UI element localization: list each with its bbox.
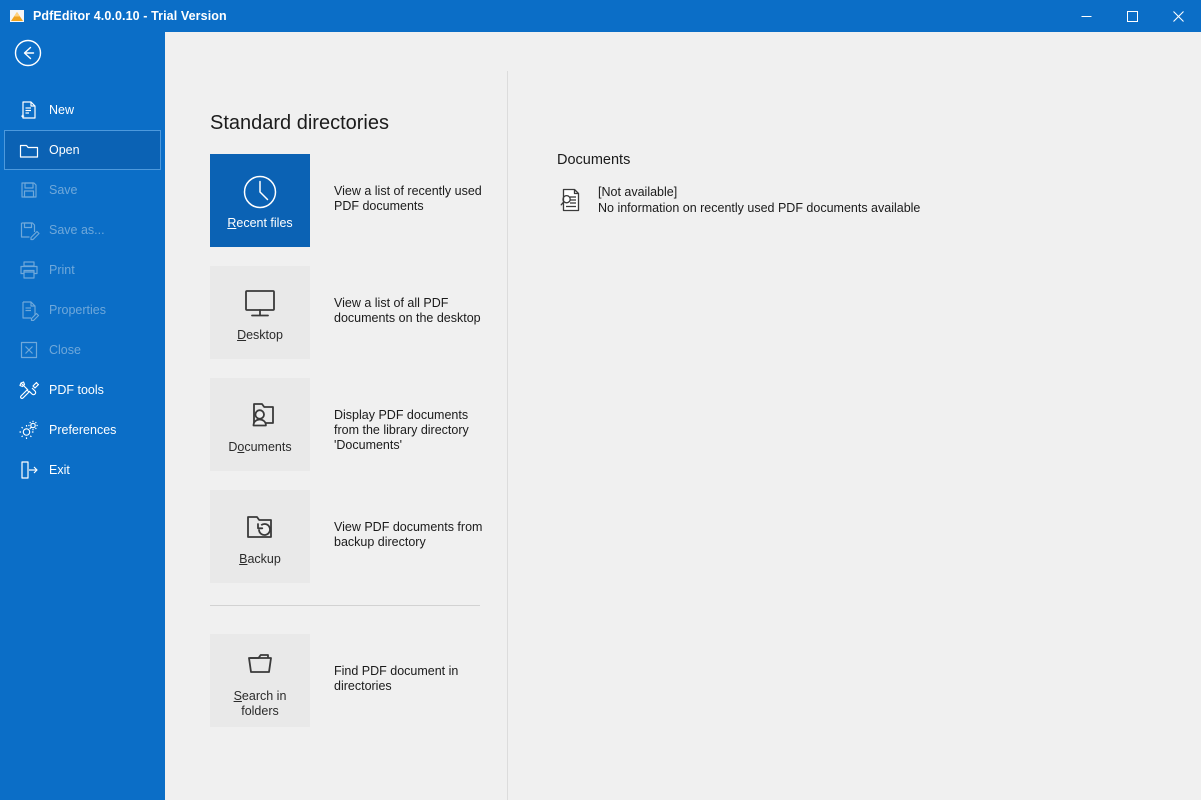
- tile-backup[interactable]: Backup: [210, 490, 310, 583]
- sidebar-item-print: Print: [4, 250, 161, 290]
- page-title: Standard directories: [210, 112, 389, 134]
- new-document-icon: [18, 99, 40, 121]
- monitor-icon: [239, 282, 281, 326]
- tile-label: Recent files: [227, 216, 293, 230]
- tile-description: Find PDF document in directories: [334, 664, 459, 693]
- sidebar-item-label: PDF tools: [49, 383, 104, 397]
- tile-description: View a list of all PDF documents on the …: [334, 296, 481, 325]
- minimize-button[interactable]: [1063, 0, 1109, 32]
- tile-row-search-in-folders: Search in folders Find PDF document in d…: [210, 634, 458, 727]
- save-as-icon: [18, 219, 40, 241]
- sidebar-item-save: Save: [4, 170, 161, 210]
- pdfeditor-window: PdfEditor 4.0.0.10 - Trial Version New O…: [0, 0, 1201, 800]
- tile-label: Backup: [239, 552, 281, 566]
- sidebar-item-label: Save as...: [49, 223, 105, 237]
- tile-documents[interactable]: Documents: [210, 378, 310, 471]
- tile-label: Search in folders: [233, 688, 287, 718]
- sidebar-item-label: Properties: [49, 303, 106, 317]
- sidebar-item-label: Open: [49, 143, 80, 157]
- back-button[interactable]: [13, 39, 43, 72]
- document-search-icon: [556, 185, 586, 215]
- printer-icon: [18, 259, 40, 281]
- properties-icon: [18, 299, 40, 321]
- clock-icon: [239, 170, 281, 214]
- folder-user-icon: [239, 394, 281, 438]
- detail-panel-title: Documents: [557, 152, 631, 168]
- sidebar-menu: New Open Save Save as... Print Propertie…: [0, 90, 165, 490]
- exit-door-icon: [18, 459, 40, 481]
- tile-group-separator: [210, 605, 480, 606]
- gears-icon: [18, 419, 40, 441]
- sidebar-item-label: Print: [49, 263, 75, 277]
- back-arrow-circle-icon: [14, 39, 42, 72]
- sidebar-item-pdf-tools[interactable]: PDF tools: [4, 370, 161, 410]
- save-disk-icon: [18, 179, 40, 201]
- sidebar-item-label: Preferences: [49, 423, 117, 437]
- tile-description: View a list of recently used PDF documen…: [334, 184, 482, 213]
- close-button[interactable]: [1155, 0, 1201, 32]
- sidebar-item-label: Close: [49, 343, 81, 357]
- tile-row-backup: Backup View PDF documents from backup di…: [210, 490, 482, 583]
- tile-row-documents: Documents Display PDF documents from the…: [210, 378, 469, 471]
- document-title: [Not available]: [598, 185, 678, 199]
- tile-recent-files[interactable]: Recent files: [210, 154, 310, 247]
- window-controls: [1063, 0, 1201, 32]
- sidebar-item-label: New: [49, 103, 75, 117]
- list-item[interactable]: [Not available] No information on recent…: [556, 184, 920, 216]
- tile-desktop[interactable]: Desktop: [210, 266, 310, 359]
- sidebar-item-open[interactable]: Open: [4, 130, 161, 170]
- pdfeditor-logo-icon: [9, 8, 25, 24]
- sidebar: New Open Save Save as... Print Propertie…: [0, 32, 165, 800]
- tile-description: View PDF documents from backup directory: [334, 520, 483, 549]
- sidebar-item-preferences[interactable]: Preferences: [4, 410, 161, 450]
- sidebar-item-new[interactable]: New: [4, 90, 161, 130]
- sidebar-item-close: Close: [4, 330, 161, 370]
- maximize-button[interactable]: [1109, 0, 1155, 32]
- open-folder-search-icon: [239, 643, 281, 687]
- close-box-icon: [18, 339, 40, 361]
- sidebar-item-properties: Properties: [4, 290, 161, 330]
- folder-restore-icon: [239, 506, 281, 550]
- sidebar-item-exit[interactable]: Exit: [4, 450, 161, 490]
- tile-row-recent-files: Recent files View a list of recently use…: [210, 154, 482, 247]
- list-item-text: [Not available] No information on recent…: [598, 184, 920, 216]
- tools-icon: [18, 379, 40, 401]
- document-subtitle: No information on recently used PDF docu…: [598, 201, 921, 215]
- sidebar-item-label: Save: [49, 183, 78, 197]
- standard-directories-panel: Standard directories Recent files View a…: [165, 71, 507, 800]
- sidebar-item-save-as: Save as...: [4, 210, 161, 250]
- title-bar: PdfEditor 4.0.0.10 - Trial Version: [0, 0, 1201, 32]
- window-title: PdfEditor 4.0.0.10 - Trial Version: [33, 9, 227, 23]
- open-folder-icon: [18, 139, 40, 161]
- documents-detail-panel: Documents [Not available] No information…: [508, 71, 1201, 800]
- tile-search-in-folders[interactable]: Search in folders: [210, 634, 310, 727]
- tile-row-desktop: Desktop View a list of all PDF documents…: [210, 266, 481, 359]
- tile-label: Documents: [228, 440, 292, 454]
- sidebar-item-label: Exit: [49, 463, 70, 477]
- tile-description: Display PDF documents from the library d…: [334, 408, 469, 452]
- tile-label: Desktop: [237, 328, 283, 342]
